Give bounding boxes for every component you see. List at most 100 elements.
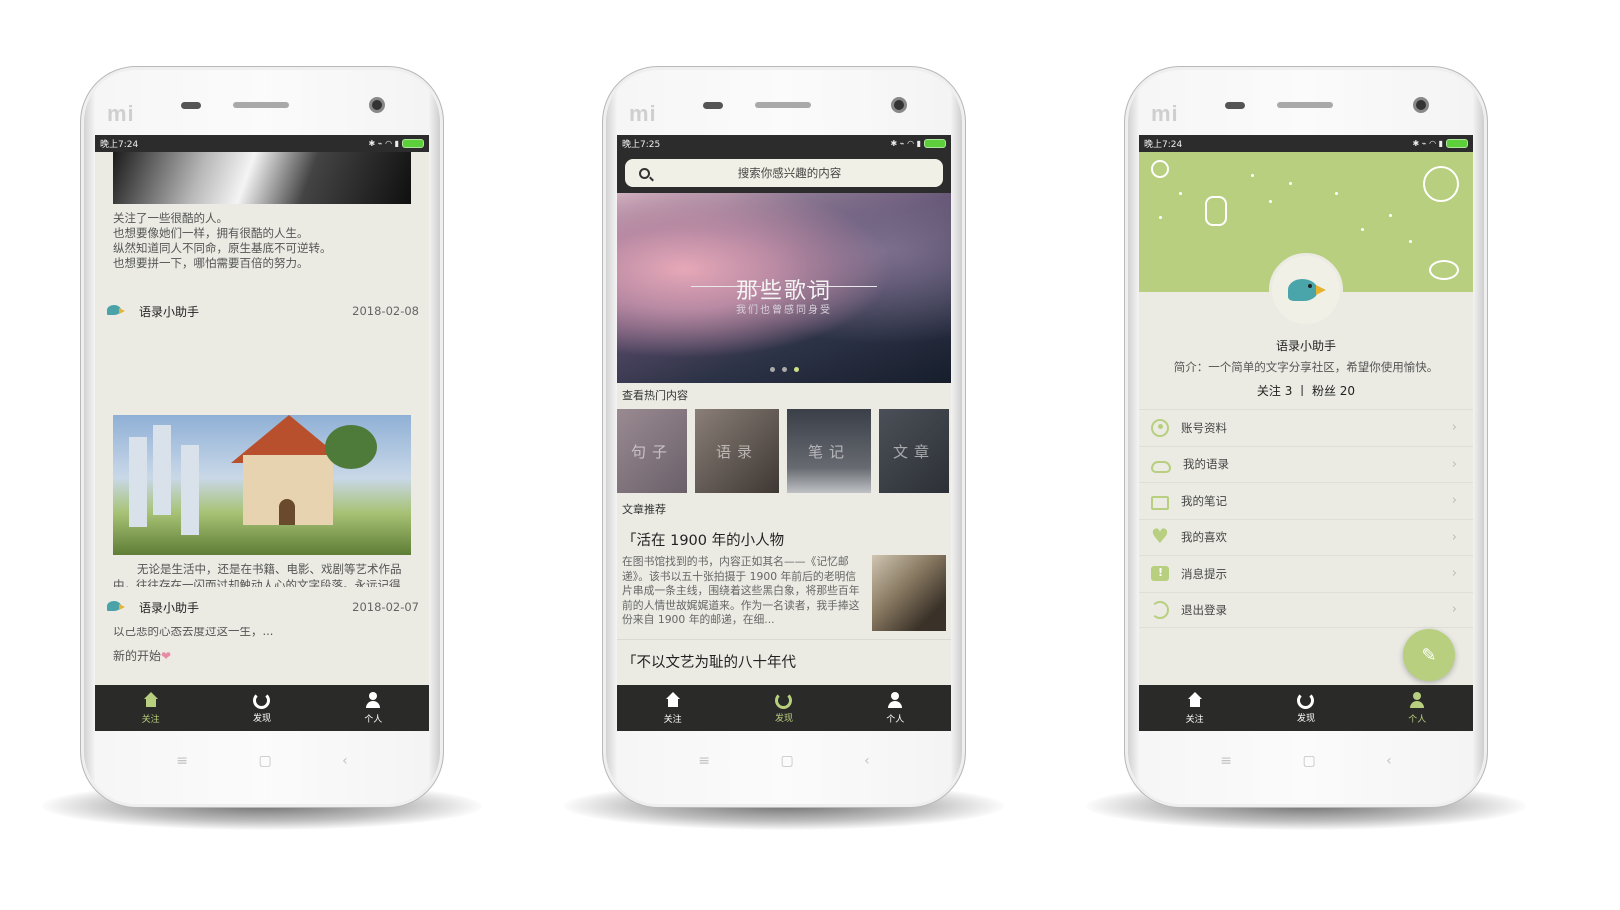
article-recommend-label[interactable]: 文章推荐 bbox=[622, 501, 666, 517]
bird-avatar-icon[interactable] bbox=[107, 305, 125, 317]
carousel-dot[interactable] bbox=[781, 367, 787, 372]
tab-label: 个人 bbox=[1408, 714, 1427, 725]
hardware-keys: ≡ ▢ ‹ bbox=[603, 753, 965, 769]
back-key-icon[interactable]: ‹ bbox=[864, 753, 870, 769]
back-key-icon[interactable]: ‹ bbox=[342, 753, 348, 769]
carousel-dot[interactable] bbox=[769, 367, 775, 372]
hot-content-label[interactable]: 查看热门内容 bbox=[622, 387, 688, 403]
front-camera bbox=[369, 97, 385, 113]
home-key-icon[interactable]: ▢ bbox=[258, 753, 271, 769]
carousel-dot-active[interactable] bbox=[793, 367, 799, 372]
front-sensor bbox=[181, 102, 201, 109]
divider bbox=[617, 639, 951, 640]
message-icon bbox=[1151, 566, 1169, 582]
post-author[interactable]: 语录小助手 bbox=[139, 599, 199, 616]
hot-item[interactable]: 文章 bbox=[879, 409, 949, 493]
article-card[interactable]: 「活在 1900 年的小人物 在图书馆找到的书，内容正如其名——《记忆邮递》。该… bbox=[622, 529, 946, 631]
tab-follow[interactable]: 关注 bbox=[643, 691, 703, 725]
bird-beak bbox=[1316, 285, 1326, 295]
menu-label: 退出登录 bbox=[1181, 602, 1227, 617]
menu-logout[interactable]: 退出登录 › bbox=[1139, 591, 1473, 628]
tab-follow[interactable]: 关注 bbox=[1165, 691, 1225, 725]
menu-my-likes[interactable]: 我的喜欢 › bbox=[1139, 518, 1473, 555]
back-key-icon[interactable]: ‹ bbox=[1386, 753, 1392, 769]
user-icon bbox=[1408, 691, 1426, 710]
menu-my-notes[interactable]: 我的笔记 › bbox=[1139, 482, 1473, 519]
article-title[interactable]: 「不以文艺为耻的八十年代 bbox=[622, 651, 946, 672]
chevron-right-icon: › bbox=[1451, 456, 1457, 472]
chevron-right-icon: › bbox=[1451, 602, 1457, 618]
tab-discover[interactable]: 发现 bbox=[754, 692, 814, 724]
profile-avatar[interactable] bbox=[1269, 253, 1343, 327]
hot-item[interactable]: 句子 bbox=[617, 409, 687, 493]
profile-name: 语录小助手 bbox=[1275, 339, 1336, 353]
hot-item[interactable]: 笔记 bbox=[787, 409, 871, 493]
profile-intro: 简介：一个简单的文字分享社区，希望你使用愉快。 bbox=[1173, 360, 1439, 374]
planet-icon bbox=[1151, 160, 1169, 178]
discover-icon bbox=[775, 692, 793, 709]
menu-label: 我的喜欢 bbox=[1181, 530, 1227, 545]
hot-item-label: 文章 bbox=[892, 442, 935, 461]
compose-button[interactable]: ✎ bbox=[1403, 629, 1455, 681]
hot-item[interactable]: 语录 bbox=[695, 409, 779, 493]
tab-profile[interactable]: 个人 bbox=[1387, 691, 1447, 725]
post-author-row[interactable]: 语录小助手 2018-02-07 bbox=[95, 587, 429, 627]
phone-middle: mi 晚上7:25 ✱ ⌁ ◠ ▮ 搜索你感兴趣的内容 那些歌词 我们也曾感同身… bbox=[602, 66, 966, 808]
castle-tower bbox=[153, 425, 171, 515]
tab-discover[interactable]: 发现 bbox=[232, 692, 292, 724]
star bbox=[1409, 240, 1412, 243]
menu-key-icon[interactable]: ≡ bbox=[698, 753, 710, 769]
post-author[interactable]: 语录小助手 bbox=[139, 303, 199, 320]
menu-my-quotes[interactable]: 我的语录 › bbox=[1139, 445, 1473, 482]
tab-profile[interactable]: 个人 bbox=[865, 691, 925, 725]
profile-stats[interactable]: 关注 3 丨 粉丝 20 bbox=[1139, 382, 1473, 399]
post-date: 2018-02-07 bbox=[352, 600, 419, 614]
quote-text[interactable]: 关注了一些很酷的人。 也想要像她们一样，拥有很酷的人生。 纵然知道同人不同命，原… bbox=[113, 211, 332, 271]
quote-line: 也想要像她们一样，拥有很酷的人生。 bbox=[113, 226, 309, 240]
article-thumbnail[interactable] bbox=[872, 555, 946, 631]
battery-icon bbox=[402, 139, 424, 148]
search-icon bbox=[639, 167, 650, 179]
menu-key-icon[interactable]: ≡ bbox=[176, 753, 188, 769]
star bbox=[1269, 200, 1272, 203]
star bbox=[1389, 214, 1392, 217]
post-image-top[interactable] bbox=[113, 152, 411, 204]
chevron-right-icon: › bbox=[1451, 493, 1457, 509]
search-bar[interactable]: 搜索你感兴趣的内容 bbox=[625, 159, 943, 187]
discover-icon bbox=[253, 692, 271, 709]
status-bar: 晚上7:24 ✱ ⌁ ◠ ▮ bbox=[1139, 135, 1473, 152]
star bbox=[1335, 192, 1338, 195]
front-sensor bbox=[1225, 102, 1245, 109]
tab-discover[interactable]: 发现 bbox=[1276, 692, 1336, 724]
menu-key-icon[interactable]: ≡ bbox=[1220, 753, 1232, 769]
post-image-castle[interactable] bbox=[113, 415, 411, 555]
menu-notifications[interactable]: 消息提示 › bbox=[1139, 555, 1473, 592]
cloud-icon bbox=[1151, 461, 1171, 474]
menu-label: 消息提示 bbox=[1181, 566, 1227, 581]
home-key-icon[interactable]: ▢ bbox=[1302, 753, 1315, 769]
bird-avatar-icon[interactable] bbox=[107, 601, 125, 613]
article-card[interactable]: 「不以文艺为耻的八十年代 bbox=[622, 651, 946, 672]
quote-line: 关注了一些很酷的人。 bbox=[113, 211, 228, 225]
status-bar: 晚上7:25 ✱ ⌁ ◠ ▮ bbox=[617, 135, 951, 152]
banner-carousel[interactable]: 那些歌词 我们也曾感同身受 bbox=[617, 193, 951, 383]
planet-icon bbox=[1423, 166, 1459, 202]
tab-follow[interactable]: 关注 bbox=[121, 691, 181, 725]
home-key-icon[interactable]: ▢ bbox=[780, 753, 793, 769]
battery-icon bbox=[924, 139, 946, 148]
status-time: 晚上7:24 bbox=[1144, 140, 1183, 150]
article-title[interactable]: 「活在 1900 年的小人物 bbox=[622, 529, 946, 550]
menu-account[interactable]: 账号资料 › bbox=[1139, 409, 1473, 446]
front-sensor bbox=[703, 102, 723, 109]
star bbox=[1251, 174, 1254, 177]
post-author-row[interactable]: 语录小助手 2018-02-08 bbox=[95, 291, 429, 331]
post-body[interactable]: 新的开始❤ bbox=[113, 647, 171, 664]
menu-label: 我的笔记 bbox=[1181, 493, 1227, 508]
earpiece-speaker bbox=[1277, 102, 1333, 108]
planet-icon bbox=[1429, 260, 1459, 280]
tab-label: 个人 bbox=[364, 714, 383, 725]
user-circle-icon bbox=[1151, 418, 1169, 437]
tab-profile[interactable]: 个人 bbox=[343, 691, 403, 725]
tab-label: 关注 bbox=[1185, 714, 1204, 725]
battery-icon bbox=[1446, 139, 1468, 148]
